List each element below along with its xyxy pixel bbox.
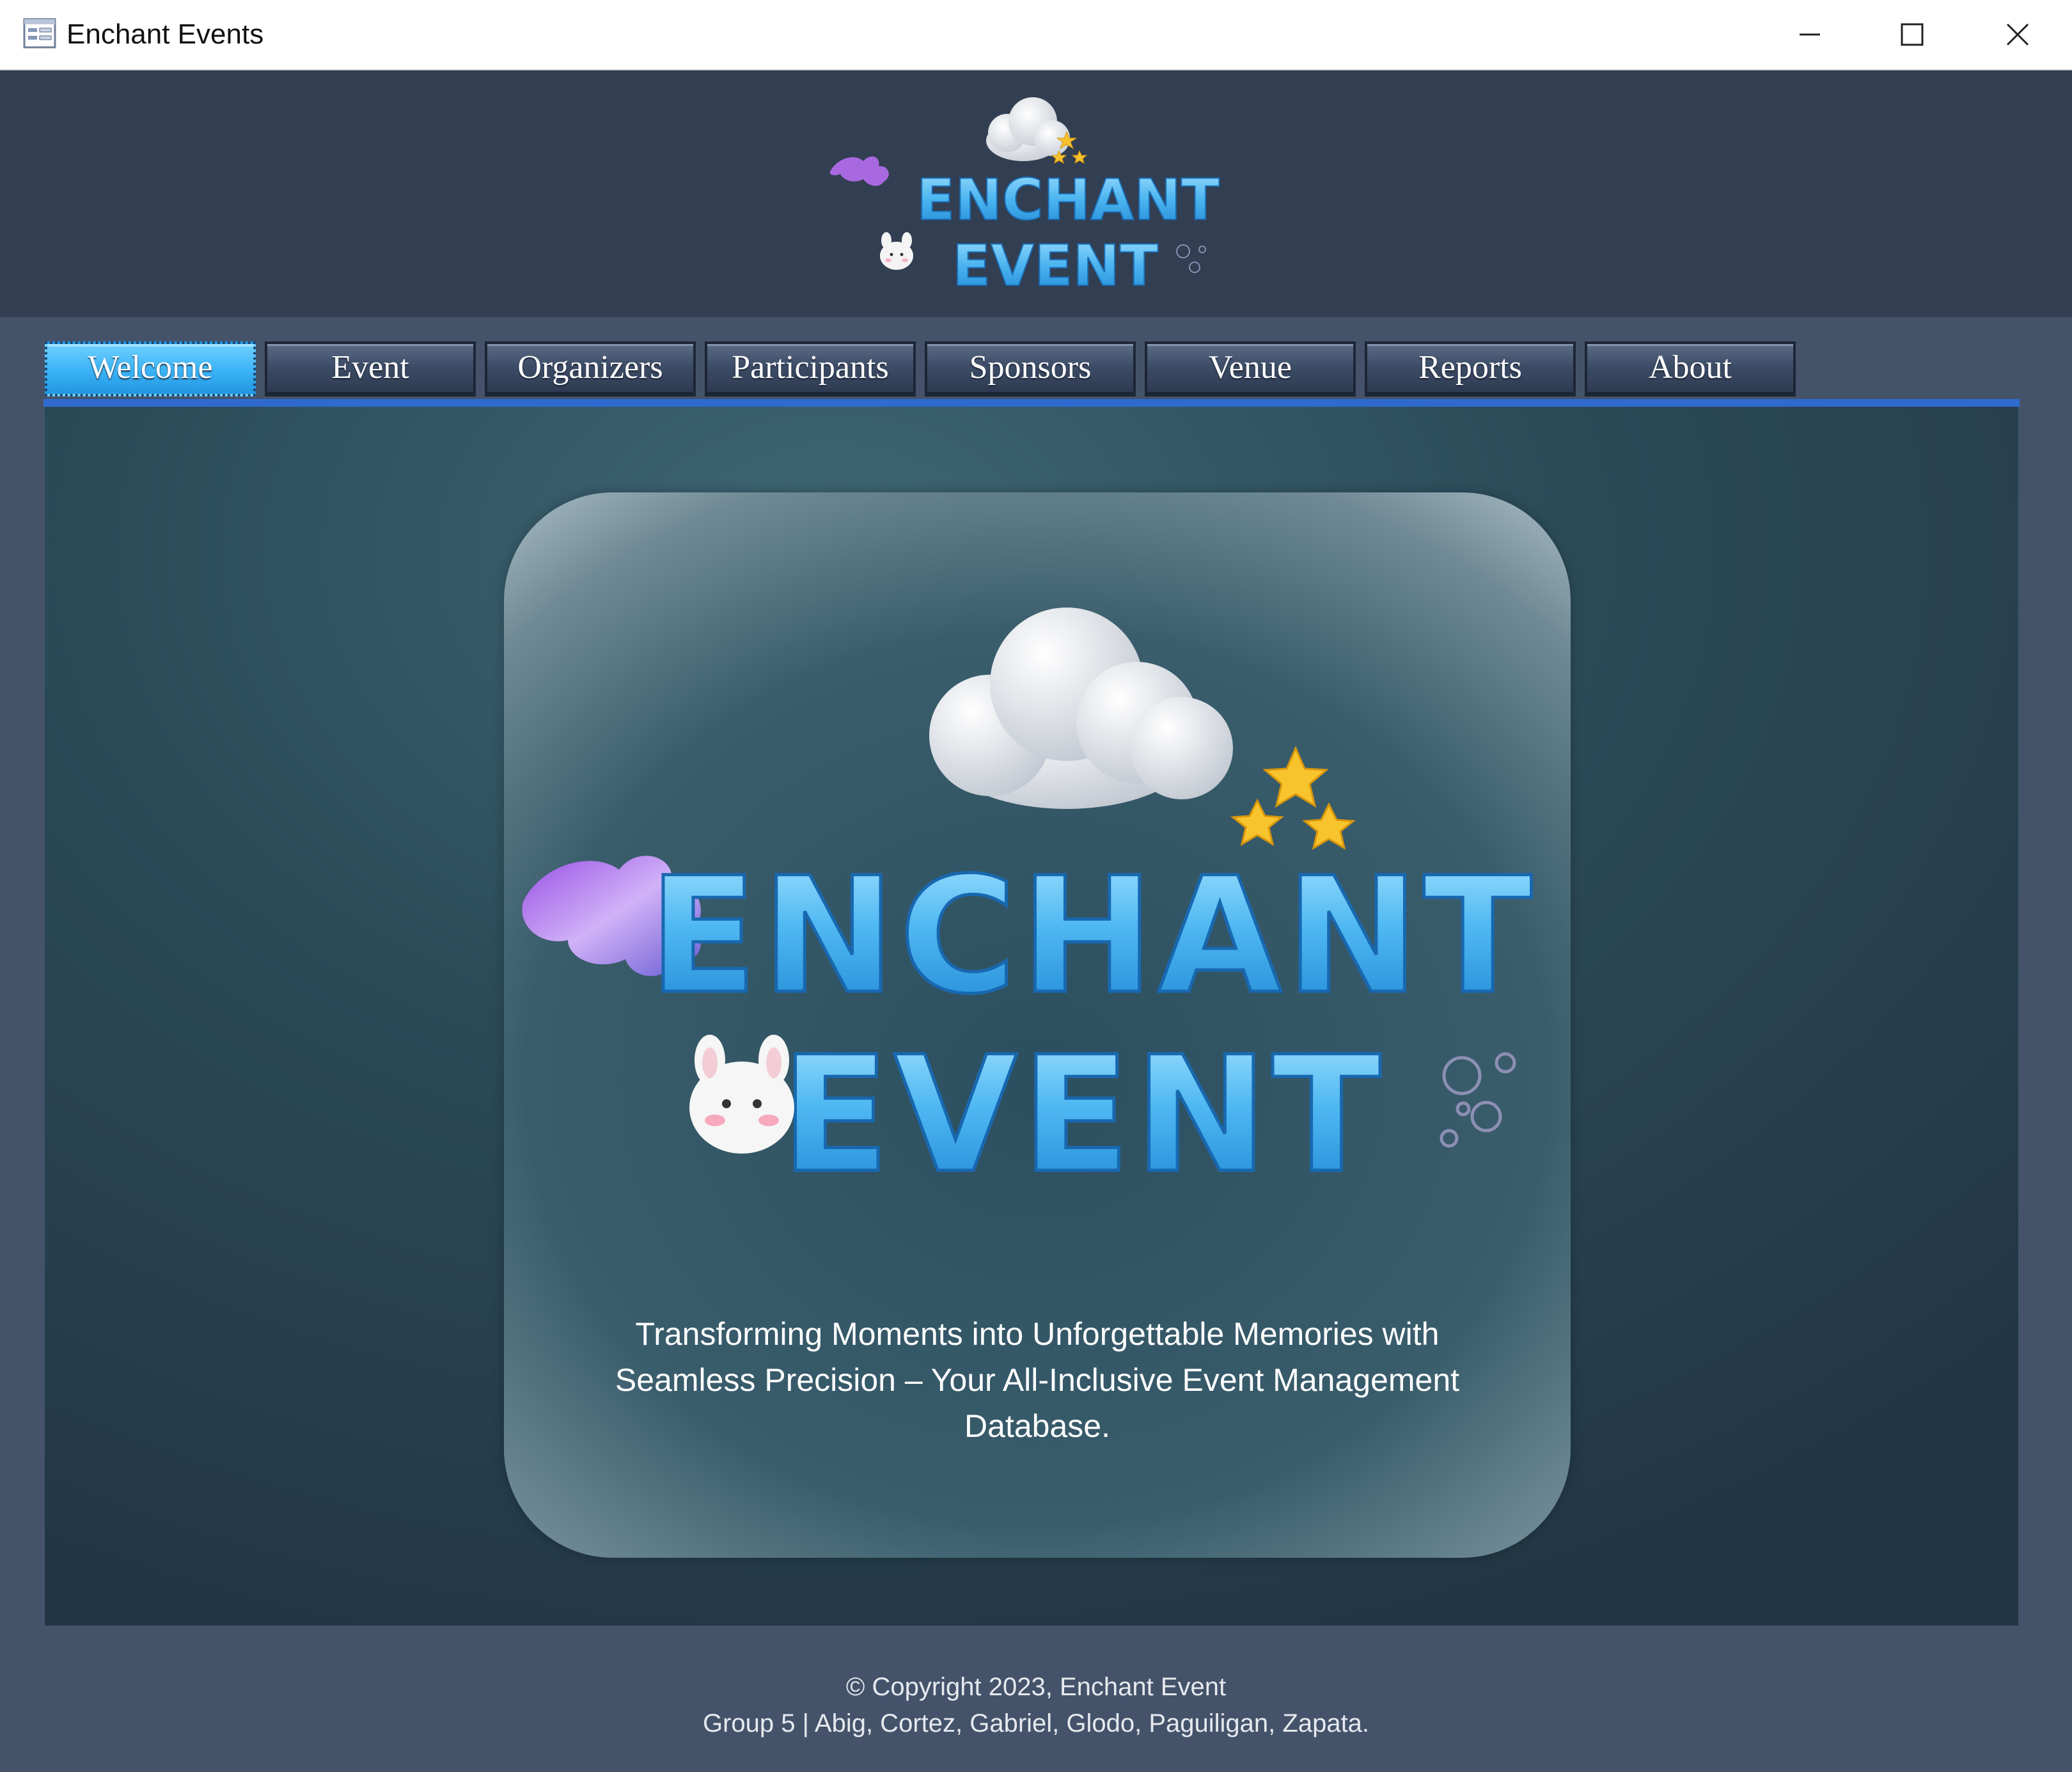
tab-about[interactable]: About xyxy=(1585,341,1796,396)
tab-reports[interactable]: Reports xyxy=(1365,341,1576,396)
tab-label: Venue xyxy=(1209,349,1292,386)
cloud-icon xyxy=(929,608,1233,809)
welcome-panel: ENCHANT EVENT Transforming Moments into … xyxy=(45,407,2018,1626)
window-title: Enchant Events xyxy=(67,19,264,50)
tab-label: Organizers xyxy=(517,349,663,386)
footer: © Copyright 2023, Enchant Event Group 5 … xyxy=(0,1669,2072,1742)
tab-welcome[interactable]: Welcome xyxy=(45,341,256,396)
maximize-button[interactable] xyxy=(1864,0,1960,69)
tab-venue[interactable]: Venue xyxy=(1145,341,1356,396)
tab-label: Event xyxy=(331,349,409,386)
maximize-icon xyxy=(1901,23,1924,46)
app-header: ENCHANT EVENT xyxy=(0,70,2072,317)
splash-graphic xyxy=(829,156,889,186)
close-icon xyxy=(2006,23,2029,46)
minimize-button[interactable] xyxy=(1762,0,1858,69)
tab-label: About xyxy=(1649,349,1732,386)
enchant-event-logo-large: ENCHANT EVENT xyxy=(522,608,1536,1210)
welcome-card: ENCHANT EVENT Transforming Moments into … xyxy=(504,492,1571,1558)
enchant-event-logo: ENCHANT EVENT xyxy=(829,97,1220,299)
cloud-icon xyxy=(986,97,1070,161)
tab-organizers[interactable]: Organizers xyxy=(485,341,696,396)
bubbles-icon xyxy=(1176,244,1206,273)
access-form-icon xyxy=(23,18,56,49)
tab-label: Sponsors xyxy=(969,349,1092,386)
tab-participants[interactable]: Participants xyxy=(705,341,916,396)
tab-underline xyxy=(43,399,2020,407)
credits-text: Group 5 | Abig, Cortez, Gabriel, Glodo, … xyxy=(702,1709,1370,1737)
logo-line2: EVENT xyxy=(952,233,1158,299)
tab-label: Reports xyxy=(1418,349,1522,386)
minimize-icon xyxy=(1800,33,1820,36)
star-icon xyxy=(1230,746,1356,851)
bubbles-icon xyxy=(1440,1052,1516,1148)
tab-label: Welcome xyxy=(88,349,213,386)
bunny-icon xyxy=(689,1035,794,1154)
bunny-icon xyxy=(880,232,913,270)
logo-line1: ENCHANT xyxy=(648,843,1536,1029)
tab-event[interactable]: Event xyxy=(265,341,476,396)
welcome-tagline: Transforming Moments into Unforgettable … xyxy=(615,1316,1460,1444)
logo-line2: EVENT xyxy=(781,1022,1385,1208)
copyright-text: © Copyright 2023, Enchant Event xyxy=(845,1673,1227,1701)
close-button[interactable] xyxy=(1970,0,2066,69)
window-titlebar: Enchant Events xyxy=(0,0,2072,70)
tab-label: Participants xyxy=(732,349,889,386)
logo-line1: ENCHANT xyxy=(916,167,1220,233)
tab-sponsors[interactable]: Sponsors xyxy=(925,341,1136,396)
